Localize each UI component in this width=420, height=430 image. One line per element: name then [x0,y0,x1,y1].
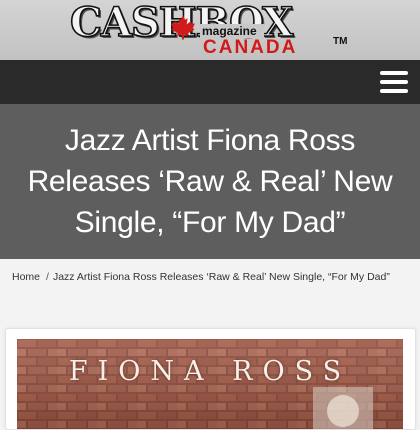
breadcrumb-home-link[interactable]: Home [12,271,40,283]
maple-leaf-icon [171,15,195,40]
page-title: Jazz Artist Fiona Ross Releases ‘Raw & R… [27,124,393,239]
breadcrumb-separator: / [46,271,49,283]
breadcrumb: Home / Jazz Artist Fiona Ross Releases ‘Ra… [12,270,408,285]
hamburger-menu-icon[interactable] [380,69,408,95]
cover-image[interactable]: FIONA ROSS [17,339,403,429]
breadcrumb-current: Jazz Artist Fiona Ross Releases ‘Raw & R… [52,271,390,283]
nav-bar [0,60,420,104]
cover-artist-name: FIONA ROSS [68,356,352,387]
site-header: CASHBOX magazine CANADA TM [0,0,420,60]
logo-magazine-label: magazine [200,24,264,38]
logo-canada-label: CANADA [203,37,298,58]
trademark-label: TM [333,36,348,47]
article-card: FIONA ROSS [5,328,416,430]
title-band: Jazz Artist Fiona Ross Releases ‘Raw & R… [0,104,420,259]
